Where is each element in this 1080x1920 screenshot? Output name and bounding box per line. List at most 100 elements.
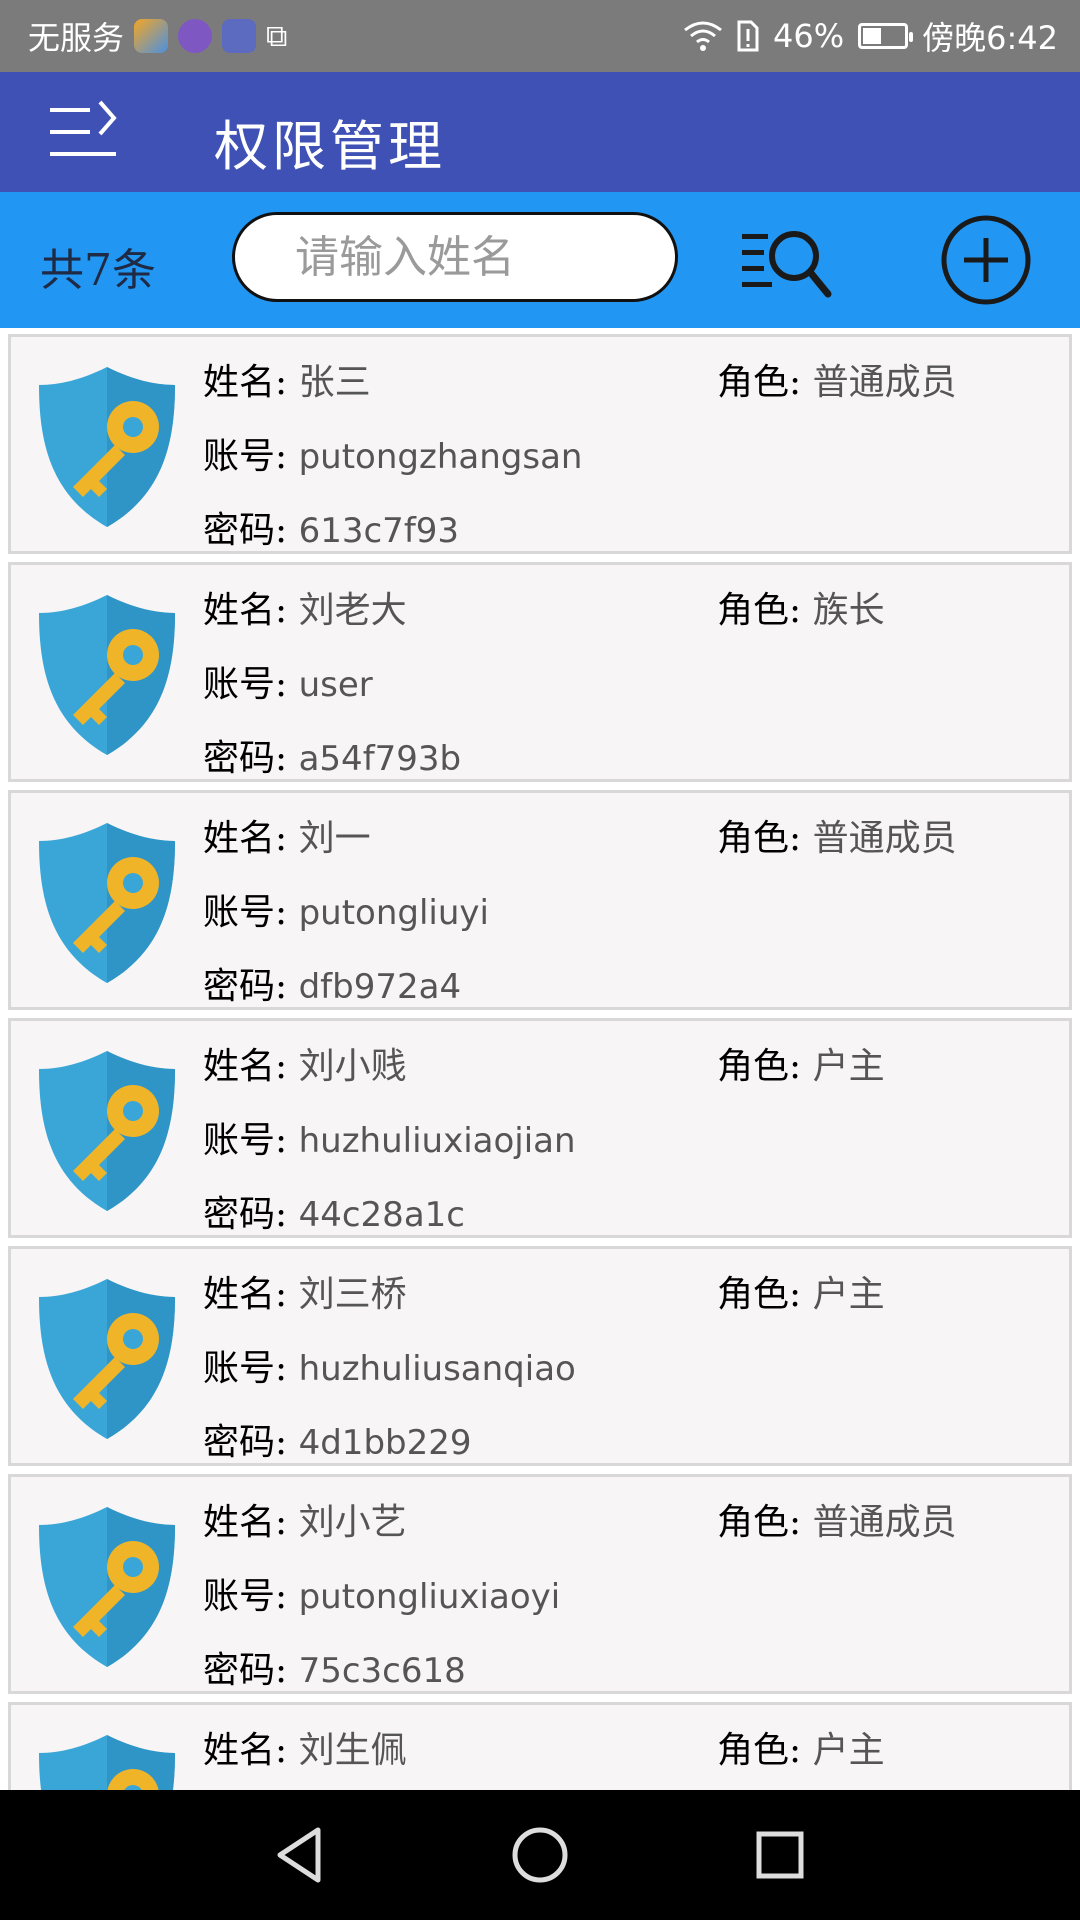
account-value: putongliuxiaoyi [298,1577,561,1617]
name-value: 刘三桥 [298,1274,407,1315]
password-field: 密码: 4d1bb229 [203,1413,472,1465]
toolbar: 共7条 [0,192,1080,328]
name-value: 刘老大 [298,590,407,631]
password-label: 密码: [203,966,288,1007]
name-field: 姓名: 刘三桥 [203,1265,407,1317]
account-field: 账号: putongzhangsan [203,427,582,479]
role-value: 普通成员 [812,818,957,859]
name-value: 刘一 [298,818,371,859]
role-field: 角色: 户主 [717,1721,885,1773]
navigation-bar [0,1790,1080,1920]
password-value: 613c7f93 [298,511,460,551]
password-label: 密码: [203,1650,288,1691]
name-label: 姓名: [203,818,288,859]
account-value: putongzhangsan [298,437,583,477]
role-label: 角色: [717,1274,802,1315]
list-item[interactable]: 姓名: 刘三桥 角色: 户主 账号: huzhuliusanqiao 密码: 4… [8,1246,1072,1466]
name-field: 姓名: 刘一 [203,809,371,861]
battery-percent: 46% [773,17,845,55]
shield-key-icon [39,823,175,983]
role-field: 角色: 族长 [717,581,885,633]
account-value: user [298,665,373,705]
shield-key-icon [39,595,175,755]
carrier-text: 无服务 [28,19,125,57]
name-label: 姓名: [203,362,288,403]
add-icon[interactable] [940,214,1032,306]
password-label: 密码: [203,510,288,551]
password-value: a54f793b [298,739,462,779]
status-bar: 无服务 ⧉ 46% 傍晚6:42 [0,0,1080,72]
role-value: 户主 [812,1274,885,1315]
account-label: 账号: [203,892,288,933]
list-item[interactable]: 姓名: 刘生佩 角色: 户主 [8,1702,1072,1790]
account-field: 账号: putongliuxiaoyi [203,1567,560,1619]
password-field: 密码: 44c28a1c [203,1185,465,1237]
account-field: 账号: user [203,655,373,707]
list-item[interactable]: 姓名: 张三 角色: 普通成员 账号: putongzhangsan 密码: 6… [8,334,1072,554]
password-value: 4d1bb229 [298,1423,472,1463]
account-field: 账号: putongliuyi [203,883,489,935]
list-item[interactable]: 姓名: 刘小艺 角色: 普通成员 账号: putongliuxiaoyi 密码:… [8,1474,1072,1694]
subway-game-icon [134,19,169,53]
name-field: 姓名: 刘生佩 [203,1721,407,1773]
account-value: putongliuyi [298,893,489,933]
search-icon[interactable] [740,224,836,300]
name-value: 刘生佩 [298,1730,407,1771]
account-field: 账号: huzhuliuxiaojian [203,1111,576,1163]
home-icon[interactable] [505,1820,575,1890]
role-label: 角色: [717,362,802,403]
search-input[interactable] [232,212,678,302]
name-value: 刘小贱 [298,1046,407,1087]
sim-alert-icon [737,20,759,52]
list-item[interactable]: 姓名: 刘一 角色: 普通成员 账号: putongliuyi 密码: dfb9… [8,790,1072,1010]
page-title: 权限管理 [214,115,446,178]
status-right: 46% 傍晚6:42 [683,0,1058,72]
clock: 傍晚6:42 [922,19,1058,57]
name-label: 姓名: [203,590,288,631]
account-label: 账号: [203,1120,288,1161]
account-value: huzhuliusanqiao [298,1349,576,1389]
password-field: 密码: dfb972a4 [203,957,461,1009]
password-value: 75c3c618 [298,1651,466,1691]
password-value: dfb972a4 [298,967,462,1007]
password-value: 44c28a1c [298,1195,465,1235]
role-field: 角色: 普通成员 [717,809,957,861]
role-label: 角色: [717,1046,802,1087]
name-label: 姓名: [203,1274,288,1315]
name-label: 姓名: [203,1046,288,1087]
role-value: 户主 [812,1730,885,1771]
shield-key-icon [39,1051,175,1211]
user-list: 姓名: 张三 角色: 普通成员 账号: putongzhangsan 密码: 6… [0,330,1080,1790]
role-label: 角色: [717,590,802,631]
account-value: huzhuliuxiaojian [298,1121,576,1161]
shield-key-icon [39,367,175,527]
back-icon[interactable] [266,1820,336,1890]
account-label: 账号: [203,664,288,705]
role-value: 族长 [812,590,885,631]
music-app-icon [222,19,257,53]
menu-icon[interactable] [48,100,120,164]
name-field: 姓名: 刘老大 [203,581,407,633]
name-field: 姓名: 刘小贱 [203,1037,407,1089]
role-field: 角色: 普通成员 [717,353,957,405]
role-value: 户主 [812,1046,885,1087]
name-value: 刘小艺 [298,1502,407,1543]
purple-app-icon [178,19,213,53]
role-field: 角色: 户主 [717,1037,885,1089]
wifi-icon [684,21,722,51]
name-field: 姓名: 刘小艺 [203,1493,407,1545]
role-field: 角色: 普通成员 [717,1493,957,1545]
recents-icon[interactable] [745,1820,815,1890]
list-item[interactable]: 姓名: 刘小贱 角色: 户主 账号: huzhuliuxiaojian 密码: … [8,1018,1072,1238]
name-field: 姓名: 张三 [203,353,371,405]
role-value: 普通成员 [812,1502,957,1543]
role-label: 角色: [717,1730,802,1771]
name-value: 张三 [298,362,371,403]
name-label: 姓名: [203,1502,288,1543]
shield-key-icon [39,1279,175,1439]
list-item[interactable]: 姓名: 刘老大 角色: 族长 账号: user 密码: a54f793b [8,562,1072,782]
link-app-icon: ⧉ [266,18,288,54]
record-count: 共7条 [40,245,156,296]
name-label: 姓名: [203,1730,288,1771]
password-field: 密码: 75c3c618 [203,1641,466,1693]
